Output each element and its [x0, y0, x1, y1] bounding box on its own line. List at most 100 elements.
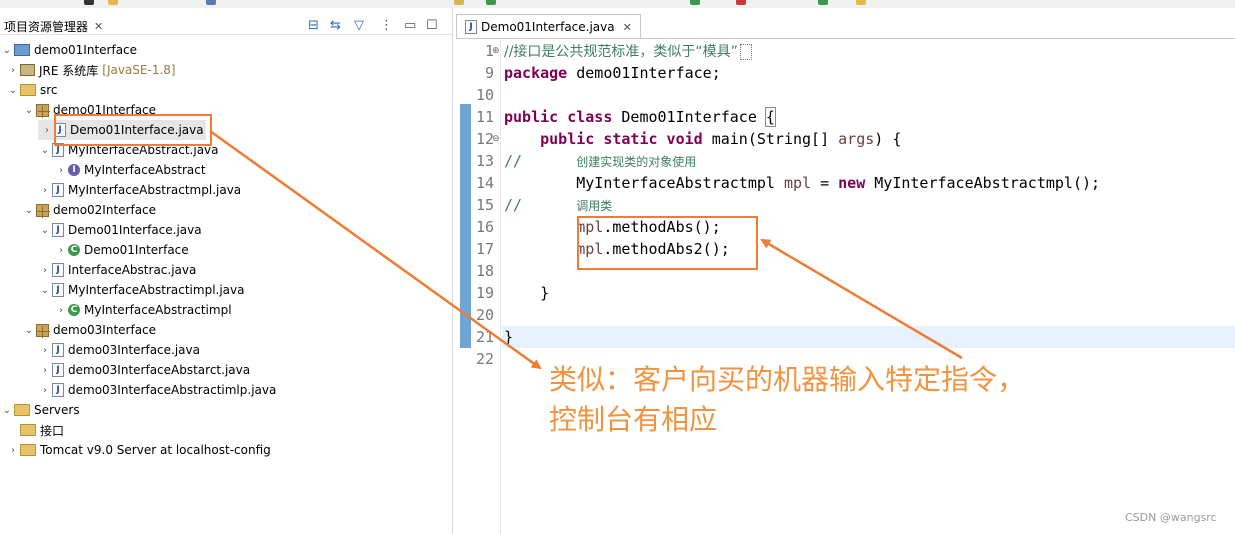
tree-item-src[interactable]: ⌄ src [6, 80, 58, 100]
collapse-all-icon[interactable]: ⊟ [308, 18, 319, 33]
code-line: // 创建实现类的对象使用 [504, 152, 697, 170]
tree-item-file[interactable]: ⌄ J MyInterfaceAbstractimpl.java [38, 280, 244, 300]
minimize-icon[interactable]: ▭ [404, 18, 416, 33]
line-number: 15 [475, 196, 494, 214]
tree-item-project[interactable]: ⌄ demo01Interface [0, 40, 137, 60]
tree-item-type[interactable]: › C Demo01Interface [54, 240, 189, 260]
toolbar-icon[interactable] [454, 0, 464, 5]
annotation-line: 控制台有相应 [549, 403, 718, 436]
tree-item-label: demo03InterfaceAbstarct.java [68, 363, 251, 377]
tree-item-folder[interactable]: 接口 [6, 420, 64, 440]
toolbar-icon[interactable] [206, 0, 216, 5]
toolbar-icon[interactable] [690, 0, 700, 5]
line-number: 17 [475, 240, 494, 258]
divider [500, 40, 501, 534]
package-icon [36, 323, 50, 338]
code-line: //接口是公共规范标准，类似于“模具” [504, 40, 752, 63]
tree-item-package[interactable]: ⌄ demo02Interface [22, 200, 156, 220]
source-folder-icon [20, 84, 36, 96]
chevron-right-icon[interactable]: › [6, 445, 20, 456]
close-icon[interactable]: ✕ [94, 20, 103, 33]
main-toolbar [0, 0, 1235, 8]
java-file-icon: J [52, 283, 64, 297]
package-icon [36, 103, 50, 118]
fold-expand-icon[interactable]: ⊕ [492, 46, 500, 56]
package-icon [36, 203, 50, 218]
tree-item-folder[interactable]: › Tomcat v9.0 Server at localhost-config [6, 440, 271, 460]
line-number: 20 [475, 306, 494, 324]
tree-item-file[interactable]: › J demo03Interface.java [38, 340, 200, 360]
explorer-header: 项目资源管理器 ✕ ⊟ ⇆ ▽ ⋮ ▭ ☐ [0, 8, 452, 35]
toolbar-icon[interactable] [736, 0, 746, 5]
run-icon[interactable] [84, 0, 94, 5]
view-menu-icon[interactable]: ⋮ [380, 18, 393, 33]
toolbar-icon[interactable] [108, 0, 118, 5]
tree-item-servers[interactable]: ⌄ Servers [0, 400, 80, 420]
chevron-right-icon[interactable]: › [54, 305, 68, 316]
line-number: 18 [475, 262, 494, 280]
fold-collapse-icon[interactable]: ⊖ [492, 134, 500, 144]
link-with-editor-icon[interactable]: ⇆ [330, 18, 341, 33]
java-file-icon: J [52, 343, 64, 357]
chevron-down-icon[interactable]: ⌄ [6, 85, 20, 96]
folder-icon [20, 424, 36, 436]
run-icon[interactable] [818, 0, 828, 5]
tree-item-label: MyInterfaceAbstract [84, 163, 206, 177]
maximize-icon[interactable]: ☐ [426, 18, 438, 33]
code-line: } [540, 284, 550, 302]
code-line: // 调用类 [504, 196, 613, 214]
line-number: 16 [475, 218, 494, 236]
tree-item-file[interactable]: › J demo03InterfaceAbstarct.java [38, 360, 250, 380]
java-file-icon: J [52, 223, 64, 237]
tree-item-label: Demo01Interface.java [68, 223, 202, 237]
tree-item-label: src [40, 83, 58, 97]
chevron-down-icon[interactable]: ⌄ [0, 45, 14, 56]
chevron-down-icon[interactable]: ⌄ [38, 285, 52, 296]
chevron-right-icon[interactable]: › [54, 245, 68, 256]
tree-item-label: Servers [34, 403, 80, 417]
tree-item-label: demo01Interface [34, 43, 138, 57]
chevron-right-icon[interactable]: › [6, 65, 20, 76]
tree-item-file[interactable]: › J demo03InterfaceAbstractimlp.java [38, 380, 276, 400]
close-icon[interactable]: ✕ [623, 21, 632, 34]
line-number: 14 [475, 174, 494, 192]
tree-item-package[interactable]: ⌄ demo03Interface [22, 320, 156, 340]
chevron-right-icon[interactable]: › [38, 365, 52, 376]
tree-item-label: MyInterfaceAbstractmpl.java [68, 183, 242, 197]
code-line: package demo01Interface; [504, 64, 721, 82]
folded-comment-box[interactable] [739, 43, 752, 60]
chevron-right-icon[interactable]: › [40, 125, 54, 136]
project-icon [14, 44, 30, 56]
jre-version-tag: [JavaSE-1.8] [102, 63, 176, 77]
filter-icon[interactable]: ▽ [354, 18, 364, 33]
tree-item-type[interactable]: › I MyInterfaceAbstract [54, 160, 206, 180]
chevron-down-icon[interactable]: ⌄ [0, 405, 14, 416]
chevron-right-icon[interactable]: › [38, 185, 52, 196]
toolbar-icon[interactable] [856, 0, 866, 5]
code-editor[interactable] [456, 8, 1235, 534]
tree-item-jre[interactable]: › JRE 系统库 [JavaSE-1.8] [6, 60, 176, 80]
debug-icon[interactable] [486, 0, 496, 5]
watermark: CSDN @wangsrc [1125, 511, 1217, 524]
chevron-down-icon[interactable]: ⌄ [22, 205, 36, 216]
chevron-right-icon[interactable]: › [38, 265, 52, 276]
tree-item-type[interactable]: › C MyInterfaceAbstractimpl [54, 300, 232, 320]
explorer-title-tab[interactable]: 项目资源管理器 ✕ [4, 18, 103, 35]
chevron-right-icon[interactable]: › [38, 385, 52, 396]
line-number: 19 [475, 284, 494, 302]
tree-item-file[interactable]: › J InterfaceAbstrac.java [38, 260, 196, 280]
tree-item-label: InterfaceAbstrac.java [68, 263, 197, 277]
code-line: } [504, 328, 514, 346]
chevron-right-icon[interactable]: › [38, 345, 52, 356]
tree-item-file[interactable]: › J MyInterfaceAbstractmpl.java [38, 180, 241, 200]
chevron-down-icon[interactable]: ⌄ [22, 105, 36, 116]
chevron-down-icon[interactable]: ⌄ [38, 145, 52, 156]
chevron-down-icon[interactable]: ⌄ [38, 225, 52, 236]
chevron-down-icon[interactable]: ⌄ [22, 325, 36, 336]
tree-item-label: demo02Interface [53, 203, 157, 217]
chevron-right-icon[interactable]: › [54, 165, 68, 176]
library-icon [20, 64, 35, 76]
editor-tab[interactable]: J Demo01Interface.java ✕ [456, 14, 641, 39]
highlight-box-file [54, 114, 212, 146]
tree-item-file[interactable]: ⌄ J Demo01Interface.java [38, 220, 202, 240]
